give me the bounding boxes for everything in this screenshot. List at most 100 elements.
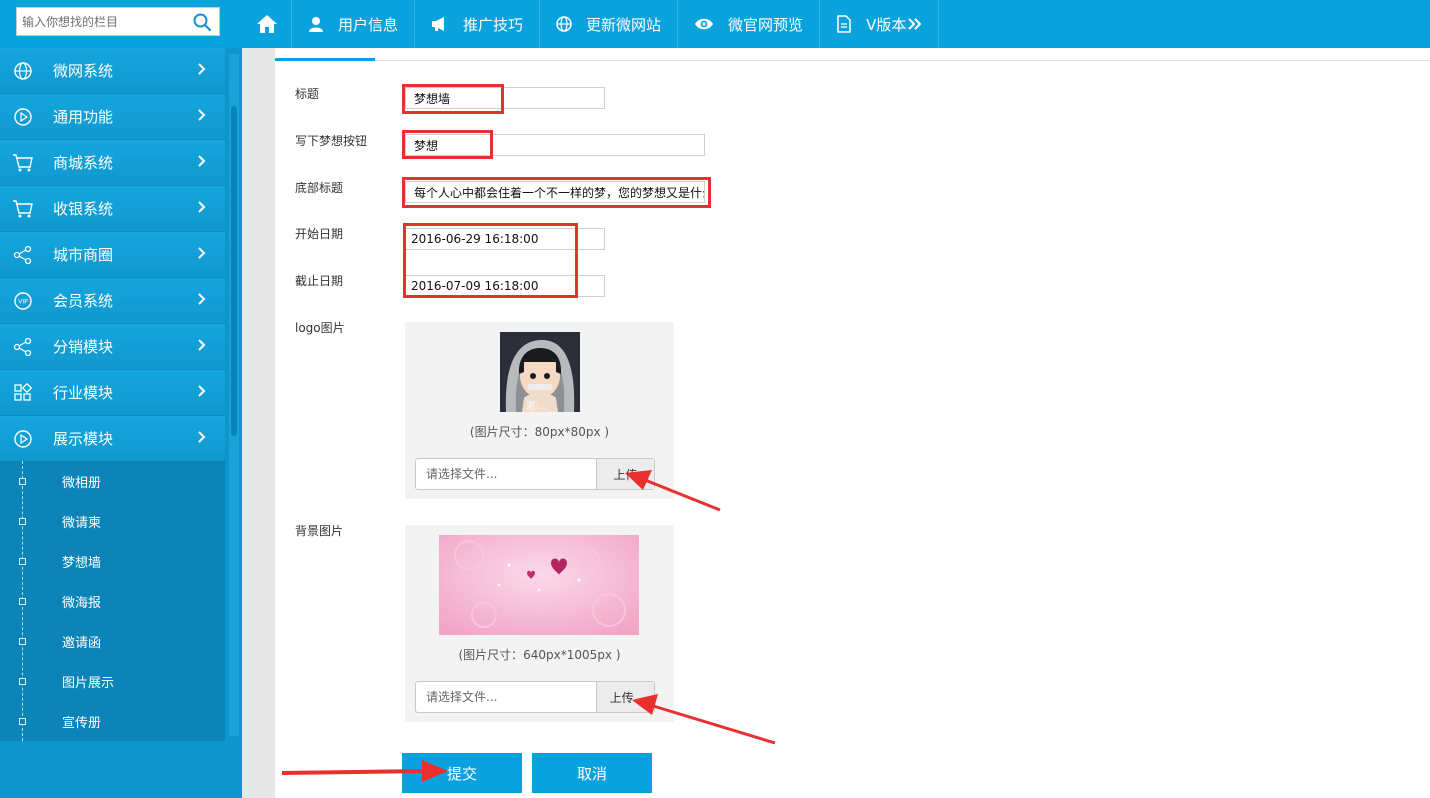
home-icon xyxy=(257,15,277,33)
content-panel: 标题 写下梦想按钮 底部标题 开始日期 截止日期 logo图片 泥·… (图片尺… xyxy=(275,48,1430,798)
chevron-right-icon xyxy=(198,385,206,397)
nav-version-label: V版本 xyxy=(866,15,907,34)
sidebar-scrollbar-thumb[interactable] xyxy=(231,106,237,436)
chevron-right-icon xyxy=(198,109,206,121)
double-chevron-right-icon xyxy=(908,18,922,30)
sidebar-item-label: 会员系统 xyxy=(53,292,114,310)
nav-update-site[interactable]: 更新微网站 xyxy=(540,0,679,48)
chevron-right-icon xyxy=(198,431,206,443)
footer-title-label: 底部标题 xyxy=(295,181,344,195)
search-box xyxy=(16,7,220,36)
background-image-label: 背景图片 xyxy=(295,524,344,538)
background-upload-block: (图片尺寸：640px*1005px ) 上传.. xyxy=(405,525,674,722)
tree-node-icon xyxy=(19,718,26,725)
svg-text:VIP: VIP xyxy=(18,298,28,305)
start-date-input[interactable] xyxy=(405,228,605,250)
top-nav: 用户信息 推广技巧 更新微网站 微官网预览 V版本 xyxy=(242,0,940,48)
sidebar-item-mall[interactable]: 商城系统 xyxy=(0,140,225,186)
sidebar-scrollbar[interactable] xyxy=(229,54,239,736)
nav-promotion-tips[interactable]: 推广技巧 xyxy=(415,0,541,48)
submenu-item-label: 宣传册 xyxy=(62,715,102,731)
sidebar-item-member[interactable]: VIP 会员系统 xyxy=(0,278,225,324)
submenu-item-poster[interactable]: 微海报 xyxy=(0,581,225,621)
submit-button[interactable]: 提交 xyxy=(402,753,522,793)
cart-icon xyxy=(12,198,34,220)
submenu-item-invitation-letter[interactable]: 邀请函 xyxy=(0,621,225,661)
submenu-item-label: 微相册 xyxy=(62,475,102,491)
sidebar-item-label: 收银系统 xyxy=(53,200,114,218)
tree-node-icon xyxy=(19,638,26,645)
sidebar-item-industry[interactable]: 行业模块 xyxy=(0,370,225,416)
globe-icon xyxy=(556,16,572,32)
nav-user-info[interactable]: 用户信息 xyxy=(292,0,416,48)
tree-node-icon xyxy=(19,518,26,525)
sidebar-item-label: 通用功能 xyxy=(53,108,114,126)
play-icon xyxy=(12,428,34,450)
sidebar-item-micro-site[interactable]: 微网系统 xyxy=(0,48,225,94)
share-icon xyxy=(12,336,34,358)
search-button[interactable] xyxy=(185,8,219,35)
megaphone-icon xyxy=(432,17,445,31)
submenu-item-label: 邀请函 xyxy=(62,635,102,651)
submenu-item-label: 微海报 xyxy=(62,595,102,611)
document-icon xyxy=(837,15,851,33)
submenu-item-dream-wall[interactable]: 梦想墙 xyxy=(0,541,225,581)
share-icon xyxy=(12,244,34,266)
search-input[interactable] xyxy=(17,8,185,35)
end-date-input[interactable] xyxy=(405,275,605,297)
sidebar-item-label: 微网系统 xyxy=(53,62,114,80)
chevron-right-icon xyxy=(198,339,206,351)
sidebar-item-common[interactable]: 通用功能 xyxy=(0,94,225,140)
home-button[interactable] xyxy=(242,0,292,48)
tree-node-icon xyxy=(19,678,26,685)
background-file-row: 上传.. xyxy=(415,681,655,713)
dream-button-input[interactable] xyxy=(405,134,705,156)
submenu-item-label: 图片展示 xyxy=(62,675,115,691)
submenu-item-invitation-card[interactable]: 微请柬 xyxy=(0,501,225,541)
pink-background-illustration xyxy=(439,535,639,635)
logo-file-input[interactable] xyxy=(416,459,596,489)
submenu-item-album[interactable]: 微相册 xyxy=(0,461,225,501)
sidebar-item-display[interactable]: 展示模块 xyxy=(0,416,225,462)
chevron-right-icon xyxy=(198,247,206,259)
title-input[interactable] xyxy=(405,87,605,109)
start-date-label: 开始日期 xyxy=(295,227,344,241)
logo-preview-image: 泥·… xyxy=(500,332,580,412)
sidebar-item-distribution[interactable]: 分销模块 xyxy=(0,324,225,370)
title-label: 标题 xyxy=(295,87,320,101)
search-icon xyxy=(193,13,211,31)
logo-upload-button[interactable]: 上传 xyxy=(596,459,654,489)
nav-version[interactable]: V版本 xyxy=(820,0,940,48)
sidebar-item-label: 行业模块 xyxy=(53,384,114,402)
submenu-item-brochure[interactable]: 宣传册 xyxy=(0,701,225,741)
footer-title-input[interactable] xyxy=(405,181,705,203)
background-file-input[interactable] xyxy=(416,682,596,712)
tab-divider xyxy=(375,60,1430,61)
tree-node-icon xyxy=(19,478,26,485)
eye-icon xyxy=(695,18,714,30)
submenu-item-picture-display[interactable]: 图片展示 xyxy=(0,661,225,701)
chevron-right-icon xyxy=(198,63,206,75)
sidebar-item-cashier[interactable]: 收银系统 xyxy=(0,186,225,232)
end-date-label: 截止日期 xyxy=(295,274,344,288)
user-icon xyxy=(309,17,323,32)
logo-size-hint: (图片尺寸：80px*80px ) xyxy=(469,425,610,439)
svg-text:泥·…: 泥·… xyxy=(526,401,547,412)
logo-image-label: logo图片 xyxy=(295,321,345,335)
sidebar-item-label: 城市商圈 xyxy=(53,246,114,264)
logo-upload-block: 泥·… (图片尺寸：80px*80px ) 上传 xyxy=(405,322,674,499)
sidebar-item-label: 商城系统 xyxy=(53,154,114,172)
active-tab-indicator xyxy=(275,58,375,61)
sidebar: 微网系统 通用功能 商城系统 收银系统 城市商圈 VIP 会员系统 分销模块 行… xyxy=(0,48,242,798)
background-upload-button[interactable]: 上传.. xyxy=(596,682,654,712)
dream-button-label: 写下梦想按钮 xyxy=(295,134,368,148)
nav-promotion-tips-label: 推广技巧 xyxy=(463,15,524,34)
top-bar: 用户信息 推广技巧 更新微网站 微官网预览 V版本 xyxy=(0,0,1430,48)
logo-file-row: 上传 xyxy=(415,458,655,490)
background-preview-image xyxy=(439,535,639,635)
cancel-button[interactable]: 取消 xyxy=(532,753,652,793)
nav-site-preview[interactable]: 微官网预览 xyxy=(678,0,821,48)
chevron-right-icon xyxy=(198,201,206,213)
chevron-right-icon xyxy=(198,293,206,305)
sidebar-item-city-circle[interactable]: 城市商圈 xyxy=(0,232,225,278)
